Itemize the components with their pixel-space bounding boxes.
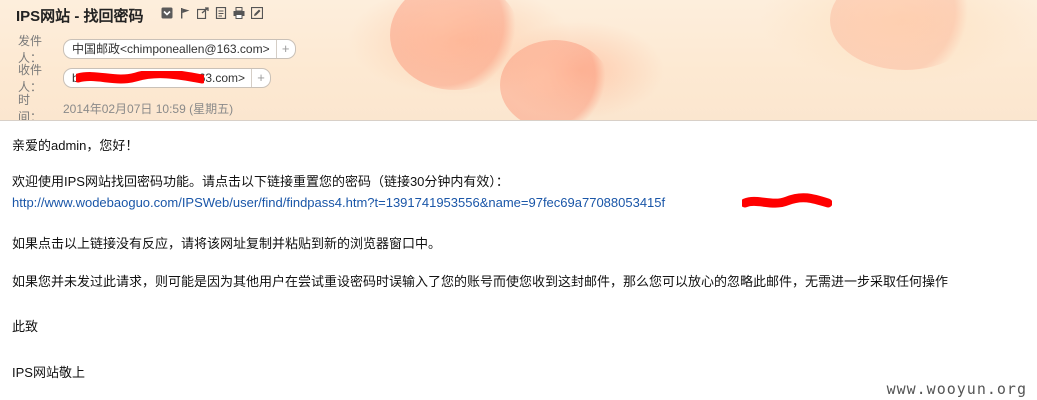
add-contact-button[interactable]: +: [251, 69, 270, 87]
reset-password-link[interactable]: http://www.wodebaoguo.com/IPSWeb/user/fi…: [12, 195, 665, 210]
print-icon[interactable]: [232, 6, 245, 19]
mail-header: IPS网站 - 找回密码 发件人： 中国邮政<chimponeallen@163…: [0, 0, 1037, 121]
recipient-address-pill[interactable]: b 163.com> +: [63, 68, 272, 88]
flag-icon[interactable]: [178, 6, 191, 19]
note-icon[interactable]: [214, 6, 227, 19]
mail-subject: IPS网站 - 找回密码: [16, 8, 144, 25]
signature-text: IPS网站敬上: [12, 365, 85, 380]
sender-address-pill[interactable]: 中国邮政<chimponeallen@163.com> +: [63, 39, 296, 59]
time-row: 时 间： 2014年02月07日 10:59 (星期五): [18, 91, 234, 121]
redaction-scribble: [76, 71, 204, 84]
greeting-text: 亲爱的admin，您好！: [12, 138, 139, 153]
intro-text: 欢迎使用IPS网站找回密码功能。请点击以下链接重置您的密码（链接30分钟内有效）…: [12, 174, 509, 189]
recipient-row: 收件人： b 163.com> +: [18, 61, 272, 95]
link-fallback-text: 如果点击以上链接没有反应，请将该网址复制并粘贴到新的浏览器窗口中。: [12, 236, 442, 251]
watermark: www.wooyun.org: [886, 380, 1027, 398]
add-contact-button[interactable]: +: [275, 40, 295, 58]
edit-icon[interactable]: [250, 6, 263, 19]
time-label: 时 间：: [18, 93, 43, 121]
mail-toolbar: [160, 6, 263, 19]
reset-link-line: http://www.wodebaoguo.com/IPSWeb/user/fi…: [12, 193, 832, 210]
lantern-decoration: [830, 0, 980, 70]
lantern-decoration: [500, 40, 610, 120]
ignore-notice-text: 如果您并未发过此请求，则可能是因为其他用户在尝试重设密码时误输入了您的账号而使您…: [12, 274, 949, 289]
reset-password-link-wrap: http://www.wodebaoguo.com/IPSWeb/user/fi…: [12, 193, 832, 210]
closing-text: 此致: [12, 319, 39, 334]
move-icon[interactable]: [196, 6, 209, 19]
recipient-label: 收件人：: [18, 63, 43, 94]
redaction-scribble: [742, 193, 832, 208]
mail-view: IPS网站 - 找回密码 发件人： 中国邮政<chimponeallen@163…: [0, 0, 1037, 400]
mark-icon[interactable]: [160, 6, 173, 19]
sent-time: 2014年02月07日 10:59 (星期五): [63, 101, 234, 116]
sender-address[interactable]: 中国邮政<chimponeallen@163.com>: [64, 40, 276, 58]
recipient-address[interactable]: b 163.com>: [64, 69, 251, 87]
